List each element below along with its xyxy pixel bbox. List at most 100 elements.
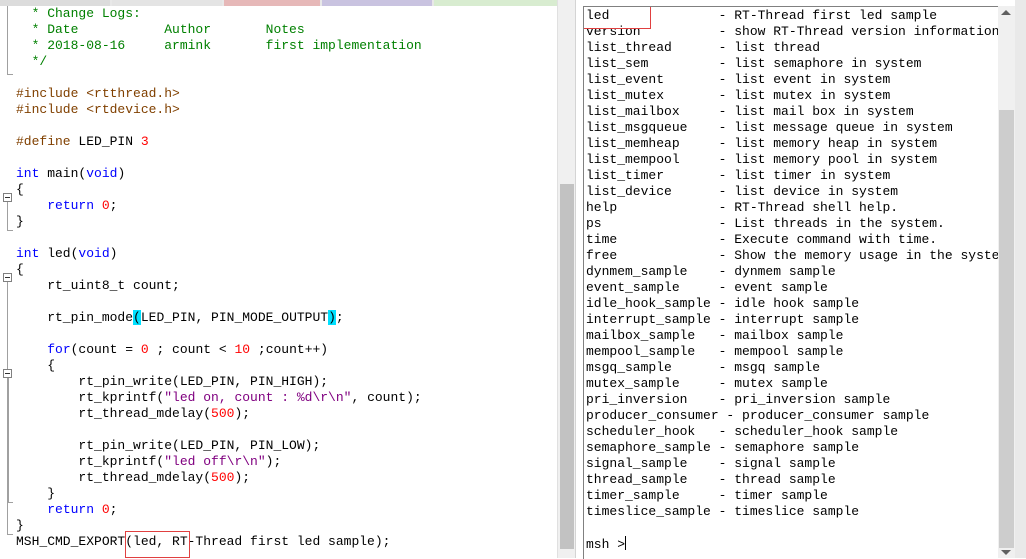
- code-token: for: [47, 342, 71, 357]
- code-line[interactable]: rt_thread_mdelay(500);: [16, 406, 556, 422]
- terminal-line: list_timer - list timer in system: [586, 168, 891, 183]
- terminal-line: semaphore_sample - semaphore sample: [586, 440, 860, 455]
- code-line[interactable]: rt_kprintf("led off\r\n");: [16, 454, 556, 470]
- code-token: );: [234, 470, 251, 485]
- code-token: LED_PIN: [70, 134, 141, 149]
- code-line[interactable]: for(count = 0 ; count < 10 ;count++): [16, 342, 556, 358]
- code-token: }: [16, 486, 56, 501]
- code-token: LED_PIN, PIN_MODE_OUTPUT: [140, 310, 329, 325]
- terminal-line: list_thread - list thread: [586, 40, 821, 55]
- terminal-line: timer_sample - timer sample: [586, 488, 828, 503]
- code-line[interactable]: {: [16, 358, 556, 374]
- code-token: return: [47, 198, 95, 213]
- code-line[interactable]: #include <rtthread.h>: [16, 86, 556, 102]
- code-line[interactable]: }: [16, 486, 556, 502]
- code-token: rt_kprintf(: [16, 390, 165, 405]
- code-line[interactable]: {: [16, 182, 556, 198]
- code-line[interactable]: }: [16, 214, 556, 230]
- prompt-text: msh >: [586, 537, 626, 552]
- code-token: * 2018-08-16 armink first implementation: [16, 38, 422, 53]
- code-token: rt_thread_mdelay(: [16, 406, 212, 421]
- serial-terminal[interactable]: led - RT-Thread first led sample version …: [583, 6, 999, 559]
- code-token: rt_pin_write(LED_PIN, PIN_LOW);: [16, 438, 321, 453]
- code-token: 10: [234, 342, 251, 357]
- terminal-prompt[interactable]: msh >: [586, 536, 627, 553]
- code-line[interactable]: rt_thread_mdelay(500);: [16, 470, 556, 486]
- code-line[interactable]: [16, 118, 556, 134]
- highlight-box-export-args: [125, 531, 190, 558]
- terminal-line: list_mailbox - list mail box in system: [586, 104, 914, 119]
- code-text[interactable]: * Change Logs: * Date Author Notes * 201…: [16, 6, 556, 550]
- minus-box-icon[interactable]: [3, 273, 12, 282]
- code-token: 500: [211, 406, 235, 421]
- code-token: (: [133, 310, 141, 325]
- code-token: return: [47, 502, 95, 517]
- code-line[interactable]: return 0;: [16, 198, 556, 214]
- code-line[interactable]: [16, 326, 556, 342]
- code-line[interactable]: int main(void): [16, 166, 556, 182]
- code-line[interactable]: #include <rtdevice.h>: [16, 102, 556, 118]
- code-editor[interactable]: * Change Logs: * Date Author Notes * 201…: [0, 6, 557, 558]
- terminal-line: list_mutex - list mutex in system: [586, 88, 891, 103]
- editor-scrollbar-thumb[interactable]: [560, 184, 574, 549]
- code-token: }: [16, 214, 24, 229]
- code-token: ): [117, 166, 126, 181]
- code-line[interactable]: return 0;: [16, 502, 556, 518]
- code-line[interactable]: [16, 150, 556, 166]
- terminal-line: timeslice_sample - timeslice sample: [586, 504, 860, 519]
- editor-scrollbar[interactable]: [557, 0, 576, 558]
- code-line[interactable]: {: [16, 262, 556, 278]
- code-token: main(: [39, 166, 87, 181]
- code-token: ;: [109, 502, 118, 517]
- code-token: led(: [39, 246, 79, 261]
- code-token: ): [109, 246, 118, 261]
- arrow-down-icon[interactable]: [1001, 550, 1011, 555]
- code-line[interactable]: * 2018-08-16 armink first implementation: [16, 38, 556, 54]
- code-token: 500: [211, 470, 235, 485]
- code-line[interactable]: rt_pin_write(LED_PIN, PIN_LOW);: [16, 438, 556, 454]
- code-line[interactable]: * Change Logs:: [16, 6, 556, 22]
- code-line[interactable]: */: [16, 54, 556, 70]
- code-token: 0: [101, 198, 110, 213]
- terminal-line: dynmem_sample - dynmem sample: [586, 264, 836, 279]
- code-line[interactable]: [16, 230, 556, 246]
- code-line[interactable]: [16, 70, 556, 86]
- code-token: rt_pin_mode: [16, 310, 134, 325]
- code-token: * Change Logs:: [16, 6, 141, 21]
- terminal-line: list_device - list device in system: [586, 184, 899, 199]
- code-line[interactable]: * Date Author Notes: [16, 22, 556, 38]
- code-line[interactable]: int led(void): [16, 246, 556, 262]
- code-line[interactable]: #define LED_PIN 3: [16, 134, 556, 150]
- terminal-scrollbar[interactable]: [998, 6, 1015, 558]
- code-token: "led on, count : %d\r\n": [164, 390, 352, 405]
- code-line[interactable]: rt_pin_mode(LED_PIN, PIN_MODE_OUTPUT);: [16, 310, 556, 326]
- code-token: ;: [335, 310, 344, 325]
- code-line[interactable]: [16, 422, 556, 438]
- code-token: MSH_CMD_EXPORT(led, RT-Thread first led …: [16, 534, 391, 549]
- code-token: int: [16, 246, 40, 261]
- text-caret: [625, 536, 627, 550]
- code-line[interactable]: rt_kprintf("led on, count : %d\r\n", cou…: [16, 390, 556, 406]
- code-line[interactable]: }: [16, 518, 556, 534]
- arrow-up-icon[interactable]: [1001, 10, 1011, 15]
- terminal-line: pri_inversion - pri_inversion sample: [586, 392, 891, 407]
- minus-box-icon[interactable]: [3, 193, 12, 202]
- terminal-line: list_msgqueue - list message queue in sy…: [586, 120, 953, 135]
- code-line[interactable]: MSH_CMD_EXPORT(led, RT-Thread first led …: [16, 534, 556, 550]
- terminal-line: mempool_sample - mempool sample: [586, 344, 844, 359]
- code-token: {: [16, 262, 24, 277]
- terminal-line: signal_sample - signal sample: [586, 456, 836, 471]
- terminal-scrollbar-thumb[interactable]: [999, 110, 1014, 548]
- terminal-line: producer_consumer - producer_consumer sa…: [586, 408, 930, 423]
- code-line[interactable]: [16, 294, 556, 310]
- code-line[interactable]: rt_uint8_t count;: [16, 278, 556, 294]
- code-line[interactable]: rt_pin_write(LED_PIN, PIN_HIGH);: [16, 374, 556, 390]
- code-token: "led off\r\n": [164, 454, 266, 469]
- terminal-line: list_mempool - list memory pool in syste…: [586, 152, 938, 167]
- code-token: (count =: [70, 342, 141, 357]
- window-edge: [1015, 0, 1026, 558]
- minus-box-icon[interactable]: [3, 369, 12, 378]
